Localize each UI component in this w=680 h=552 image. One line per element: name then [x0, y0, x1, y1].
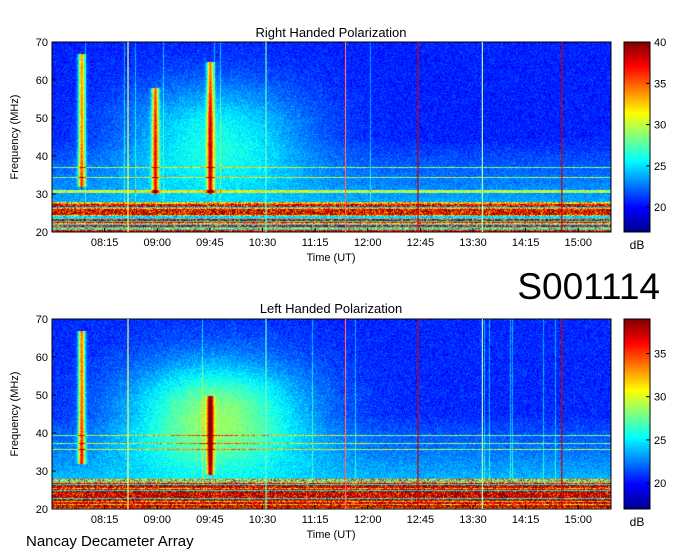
right-panel-title: Right Handed Polarization	[255, 25, 406, 40]
colorbar-tick-label: 40	[654, 37, 666, 49]
right-x-axis-label: Time (UT)	[306, 252, 355, 264]
colorbar-tick-label: 35	[654, 349, 666, 361]
x-tick-label: 11:15	[302, 237, 329, 249]
right-y-axis-label: Frequency (MHz)	[9, 95, 21, 180]
x-tick-label: 13:30	[459, 237, 487, 249]
right-spectrogram-canvas	[52, 42, 611, 232]
left-y-axis-label: Frequency (MHz)	[9, 372, 21, 457]
x-tick-label: 14:15	[512, 514, 540, 526]
x-tick-label: 12:45	[407, 237, 435, 249]
x-tick-label: 10:30	[249, 237, 277, 249]
x-tick-label: 09:00	[143, 514, 171, 526]
x-tick-label: 13:30	[459, 514, 487, 526]
colorbar-tick-label: 25	[654, 435, 666, 447]
x-tick-label: 15:00	[564, 237, 592, 249]
x-tick-label: 12:00	[354, 514, 382, 526]
left-colorbar-unit: dB	[630, 515, 645, 529]
x-tick-label: 08:15	[91, 237, 119, 249]
left-polarization-panel: Left Handed Polarization 08:15 09:00 09:45…	[9, 301, 666, 541]
x-tick-label: 12:00	[354, 237, 382, 249]
x-tick-label: 08:15	[91, 514, 119, 526]
colorbar-tick-label: 20	[654, 478, 666, 490]
observation-id: S001114	[517, 266, 660, 307]
y-tick-label: 60	[36, 352, 48, 364]
colorbar-tick-label: 30	[654, 392, 666, 404]
y-tick-label: 70	[36, 37, 48, 49]
colorbar-tick-label: 30	[654, 120, 666, 132]
colorbar-tick-label: 35	[654, 78, 666, 90]
footer-instrument-name: Nancay Decameter Array	[26, 533, 194, 550]
left-x-axis-label: Time (UT)	[306, 529, 355, 541]
x-tick-label: 10:30	[249, 514, 277, 526]
x-tick-label: 12:45	[407, 514, 435, 526]
dynamic-spectrum-figure: Right Handed Polarization 08:15 09:00 09:4…	[9, 25, 666, 550]
colorbar-tick-label: 20	[654, 202, 666, 214]
y-tick-label: 40	[36, 428, 48, 440]
x-tick-label: 09:45	[196, 237, 224, 249]
right-colorbar-canvas	[624, 42, 650, 232]
y-tick-label: 70	[36, 314, 48, 326]
left-panel-title: Left Handed Polarization	[260, 301, 402, 316]
y-tick-label: 50	[36, 113, 48, 125]
right-polarization-panel: Right Handed Polarization 08:15 09:00 09:4…	[9, 25, 666, 264]
colorbar-tick-label: 25	[654, 161, 666, 173]
x-tick-label: 15:00	[564, 514, 592, 526]
y-tick-label: 30	[36, 189, 48, 201]
left-colorbar-canvas	[624, 319, 650, 509]
y-tick-label: 60	[36, 75, 48, 87]
x-tick-label: 14:15	[512, 237, 540, 249]
x-tick-label: 09:00	[143, 237, 171, 249]
y-tick-label: 20	[36, 227, 48, 239]
y-tick-label: 40	[36, 151, 48, 163]
x-tick-label: 09:45	[196, 514, 224, 526]
y-tick-label: 20	[36, 504, 48, 516]
left-spectrogram-canvas	[52, 319, 611, 509]
right-colorbar-unit: dB	[630, 238, 645, 252]
x-tick-label: 11:15	[302, 514, 329, 526]
y-tick-label: 30	[36, 466, 48, 478]
y-tick-label: 50	[36, 390, 48, 402]
